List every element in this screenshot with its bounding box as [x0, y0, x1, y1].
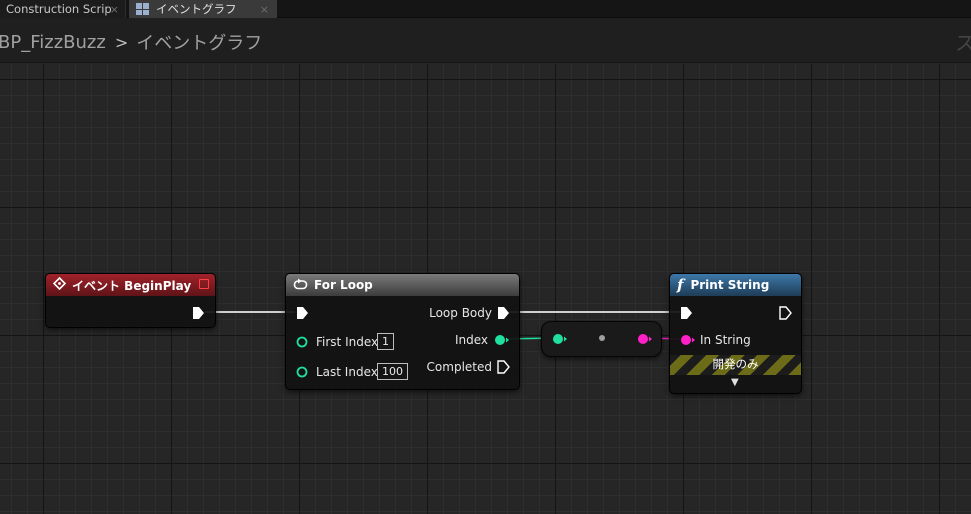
- tab-event-graph[interactable]: イベントグラフ ×: [129, 0, 277, 18]
- exec-out-pin[interactable]: [779, 306, 793, 320]
- node-header: For Loop: [286, 274, 519, 296]
- first-index-label: First Index: [316, 335, 379, 349]
- development-only-banner: 開発のみ: [670, 355, 801, 375]
- string-in-pin[interactable]: [680, 334, 696, 346]
- last-index-label: Last Index: [316, 365, 378, 379]
- tab-construction-script[interactable]: Construction Scrip ×: [0, 0, 126, 18]
- int-in-pin[interactable]: [552, 333, 568, 345]
- expand-arrow-icon[interactable]: ▼: [731, 377, 739, 388]
- last-index-field[interactable]: 100: [377, 363, 408, 380]
- loop-body-label: Loop Body: [429, 306, 492, 320]
- event-beginplay-node[interactable]: イベント BeginPlay: [45, 273, 216, 328]
- loop-icon: [293, 278, 308, 293]
- for-loop-node[interactable]: For Loop First Index 1 Last Index 100 Lo…: [285, 273, 520, 390]
- completed-label: Completed: [426, 360, 492, 374]
- graph-header: BP_FizzBuzz > イベントグラフ ス: [0, 18, 971, 63]
- delegate-pin[interactable]: [199, 279, 209, 289]
- tab-label: イベントグラフ: [156, 2, 237, 16]
- exec-out-pin[interactable]: [192, 306, 206, 320]
- int-to-string-conversion-node[interactable]: [541, 321, 662, 357]
- first-index-field[interactable]: 1: [377, 333, 394, 350]
- node-title: For Loop: [314, 278, 373, 292]
- exec-out-pin[interactable]: [497, 360, 511, 374]
- exec-in-pin[interactable]: [296, 306, 310, 320]
- breadcrumb-separator-icon: >: [114, 32, 129, 52]
- node-title: Print String: [690, 278, 770, 292]
- int-in-pin[interactable]: [296, 366, 308, 378]
- exec-out-pin[interactable]: [497, 306, 511, 320]
- graph-icon: [136, 3, 150, 15]
- breadcrumb-blueprint[interactable]: BP_FizzBuzz: [0, 32, 106, 53]
- close-icon[interactable]: ×: [260, 3, 269, 16]
- function-icon: f: [677, 276, 684, 294]
- event-diamond-icon: [52, 276, 67, 293]
- node-header: イベント BeginPlay: [46, 274, 215, 296]
- conversion-dot-icon: [599, 335, 605, 341]
- int-out-pin[interactable]: [494, 334, 510, 346]
- index-label: Index: [454, 333, 488, 347]
- close-icon[interactable]: ×: [110, 3, 119, 16]
- string-out-pin[interactable]: [637, 333, 653, 345]
- in-string-label: In String: [700, 333, 751, 347]
- int-in-pin[interactable]: [296, 336, 308, 348]
- breadcrumb: BP_FizzBuzz > イベントグラフ: [0, 29, 262, 55]
- exec-in-pin[interactable]: [680, 306, 694, 320]
- node-title: イベント BeginPlay: [72, 278, 192, 293]
- document-tab-bar: Construction Scrip × イベントグラフ ×: [0, 0, 971, 18]
- breadcrumb-graph[interactable]: イベントグラフ: [136, 29, 262, 55]
- header-watermark: ス: [955, 31, 971, 55]
- print-string-node[interactable]: f Print String In String 開発のみ ▼: [669, 273, 802, 394]
- node-header: f Print String: [670, 274, 801, 296]
- tab-label: Construction Scrip: [6, 2, 112, 16]
